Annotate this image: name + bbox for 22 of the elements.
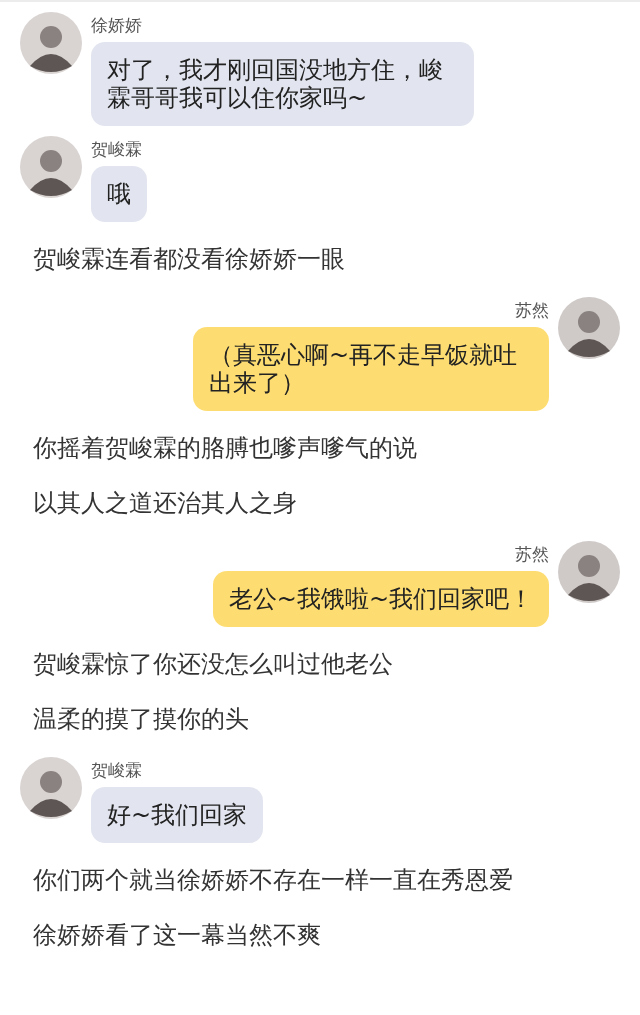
- message-bubble: 老公~我饿啦~我们回家吧！: [212, 571, 549, 627]
- narration-text: 温柔的摸了摸你的头: [33, 704, 250, 735]
- narration-text: 贺峻霖连看都没看徐娇娇一眼: [33, 244, 346, 275]
- avatar-icon: [20, 757, 82, 819]
- message-bubble: 对了，我才刚回国没地方住，峻霖哥哥我可以住你家吗~: [91, 42, 474, 126]
- narration-text: 你们两个就当徐娇娇不存在一样一直在秀恩爱: [33, 865, 514, 896]
- sender-name: 苏然: [515, 543, 549, 565]
- sender-name: 贺峻霖: [91, 759, 142, 781]
- narration-text: 以其人之道还治其人之身: [33, 488, 298, 519]
- avatar-icon: [558, 297, 620, 359]
- avatar-icon: [558, 541, 620, 603]
- sender-name: 贺峻霖: [91, 138, 142, 160]
- narration-text: 你摇着贺峻霖的胳膊也嗲声嗲气的说: [33, 433, 418, 464]
- message-bubble: （真恶心啊~再不走早饭就吐出来了）: [193, 327, 549, 411]
- message-bubble: 哦: [91, 166, 147, 222]
- narration-text: 徐娇娇看了这一幕当然不爽: [33, 920, 322, 951]
- avatar-icon: [20, 136, 82, 198]
- narration-text: 贺峻霖惊了你还没怎么叫过他老公: [33, 649, 394, 680]
- avatar-icon: [20, 12, 82, 74]
- sender-name: 苏然: [515, 299, 549, 321]
- sender-name: 徐娇娇: [91, 14, 142, 36]
- message-bubble: 好~我们回家: [91, 787, 264, 843]
